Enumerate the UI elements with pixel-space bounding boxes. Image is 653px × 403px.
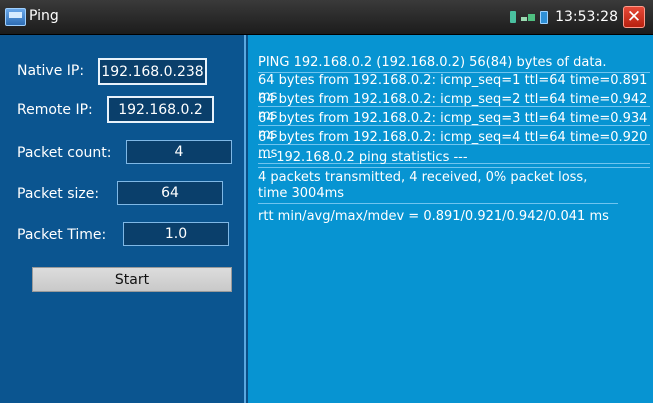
output-line: rtt min/avg/max/mdev = 0.891/0.921/0.942… [258,209,609,224]
native-ip-row: Native IP: [17,58,84,84]
native-ip-label: Native IP: [17,63,85,79]
start-button[interactable]: Start [32,267,232,292]
packet-size-label: Packet size: [17,186,100,202]
output-line: 4 packets transmitted, 4 received, 0% pa… [258,170,618,204]
ping-app-icon [5,8,26,26]
native-ip-field[interactable]: 192.168.0.238 [98,58,207,85]
ping-output-panel: PING 192.168.0.2 (192.168.0.2) 56(84) by… [248,35,653,403]
packet-time-row: Packet Time: [17,222,106,248]
close-button[interactable]: ✕ [623,6,645,28]
close-icon: ✕ [626,6,642,27]
packet-time-field[interactable]: 1.0 [123,222,229,246]
title-bar: Ping 13:53:28 ✕ [0,0,653,35]
remote-ip-field[interactable]: 192.168.0.2 [107,96,214,123]
remote-ip-row: Remote IP: [17,97,93,123]
sim-icon [510,11,517,23]
packet-size-field[interactable]: 64 [117,181,223,205]
status-clock: 13:53:28 [555,9,618,25]
network-icon [521,14,536,21]
packet-count-label: Packet count: [17,145,112,161]
output-line: --- 192.168.0.2 ping statistics --- [258,150,650,168]
settings-panel: Native IP: 192.168.0.238 Remote IP: 192.… [0,35,246,403]
packet-time-label: Packet Time: [17,227,107,243]
status-area: 13:53:28 ✕ [510,6,645,28]
packet-count-row: Packet count: [17,140,111,166]
window-title: Ping [29,8,59,24]
packet-count-field[interactable]: 4 [126,140,232,164]
packet-size-row: Packet size: [17,181,99,207]
remote-ip-label: Remote IP: [17,102,93,118]
battery-icon [540,10,549,24]
output-line: PING 192.168.0.2 (192.168.0.2) 56(84) by… [258,55,650,73]
